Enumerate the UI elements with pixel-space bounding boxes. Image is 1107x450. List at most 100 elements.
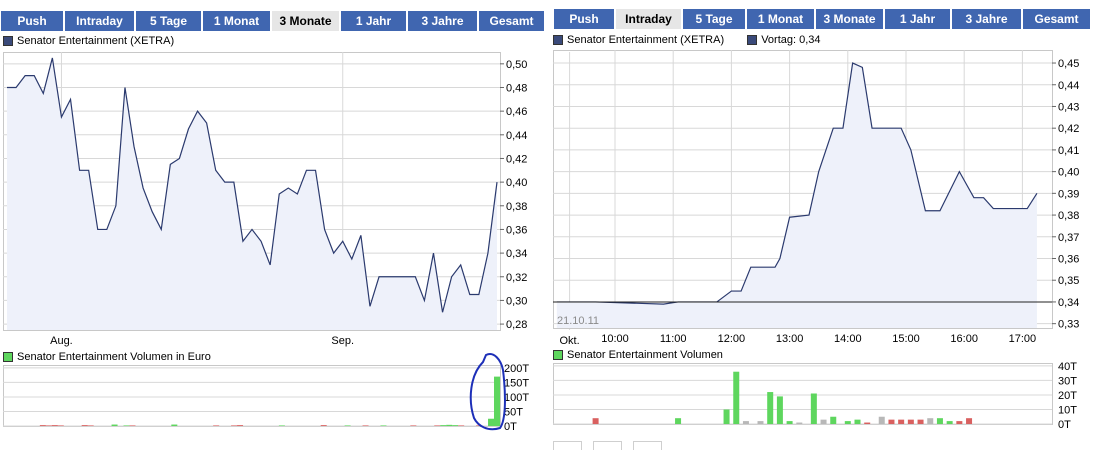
right-volume-bar	[946, 421, 953, 424]
left-price-ytick-label: 0,38	[506, 201, 527, 213]
left-volume-bar	[320, 425, 327, 426]
right-price-ytick-label: 0,36	[1058, 254, 1079, 266]
right-price-xtick-label: 17:00	[1009, 333, 1037, 345]
left-price-xtick-label: Sep.	[331, 335, 354, 347]
right-volume-bar	[592, 418, 599, 424]
scroll-nav-button	[593, 441, 622, 450]
right-price-xtick-label: 14:00	[834, 333, 862, 345]
left-price-area	[7, 57, 497, 331]
right-price-ytick-label: 0,35	[1058, 275, 1079, 287]
right-volume-bar	[820, 419, 827, 424]
left-price-ytick-label: 0,36	[506, 224, 527, 236]
right-volume-bar	[733, 371, 740, 424]
right-volume-bar	[936, 418, 943, 424]
right-price-ytick-label: 0,38	[1058, 210, 1079, 222]
right-volume-ytick-label: 0T	[1058, 419, 1071, 431]
left-volume-ytick-label: 150T	[504, 377, 529, 389]
right-volume-bar	[864, 422, 871, 424]
right-price-ytick-label: 0,43	[1058, 101, 1079, 113]
left-price-ytick-label: 0,42	[506, 153, 527, 165]
left-volume-bar	[278, 425, 285, 426]
right-price-xtick-label: 11:00	[660, 333, 687, 345]
left-price-ytick-label: 0,46	[506, 106, 527, 118]
right-volume-bar	[966, 418, 973, 424]
left-price-ytick-label: 0,48	[506, 82, 527, 94]
right-volume-bar	[796, 422, 803, 424]
right-price-ytick-label: 0,44	[1058, 80, 1079, 92]
left-volume-ytick-label: 200T	[504, 363, 529, 375]
right-volume-ytick-label: 10T	[1058, 404, 1077, 416]
left-volume-bar	[434, 425, 441, 426]
left-volume-frame	[3, 365, 501, 427]
right-price-ytick-label: 0,40	[1058, 167, 1079, 179]
left-volume-bar	[380, 425, 387, 426]
right-volume-bar	[878, 416, 885, 424]
right-volume-bar	[888, 419, 895, 424]
right-price-area	[556, 63, 1037, 328]
left-price-xtick-label: Aug.	[50, 335, 73, 347]
right-price-ytick-label: 0,37	[1058, 232, 1079, 244]
right-volume-ytick-label: 30T	[1058, 375, 1077, 387]
right-price-xtick-label: 12:00	[718, 333, 746, 345]
charts-canvas: 0,28 0,30 0,32 0,34 0,36 0,38 0,40 0,42 0,44 0,46…	[3, 50, 1079, 450]
left-price-ytick-label: 0,30	[506, 295, 527, 307]
right-volume-bar	[723, 409, 730, 424]
right-volume-bar	[757, 421, 764, 424]
right-volume-bar	[917, 419, 924, 424]
left-volume-bar	[39, 425, 46, 426]
scroll-nav-button	[633, 441, 662, 450]
left-volume-bar	[81, 425, 88, 426]
right-price-ytick-label: 0,33	[1058, 319, 1079, 331]
left-volume-bar	[171, 424, 178, 426]
right-price-ytick-label: 0,41	[1058, 145, 1079, 157]
left-volume-bar	[452, 425, 459, 426]
right-volume-bar	[767, 392, 774, 424]
left-volume-bar	[237, 425, 244, 426]
stage: Push Intraday 5 Tage 1 Monat 3 Monate 1 Jahr 3…	[0, 0, 1107, 450]
left-price-xtick-label: Okt.	[560, 335, 580, 347]
left-volume-bar	[45, 425, 52, 426]
right-volume-bar	[830, 416, 837, 424]
left-price-ytick-label: 0,34	[506, 248, 527, 260]
right-price-ytick-label: 0,39	[1058, 188, 1079, 200]
left-price-ytick-label: 0,40	[506, 177, 527, 189]
right-volume-ytick-label: 20T	[1058, 390, 1077, 402]
right-volume-bar	[927, 418, 934, 424]
left-price-ytick-label: 0,44	[506, 130, 527, 142]
right-price-xtick-label: 13:00	[776, 333, 804, 345]
left-volume-bar	[87, 425, 94, 426]
right-volume-bar	[956, 421, 963, 424]
right-price-xtick-label: 15:00	[892, 333, 920, 345]
left-price-ytick-label: 0,50	[506, 59, 527, 71]
right-volume-bar	[675, 418, 682, 424]
left-volume-ytick-label: 0T	[504, 421, 517, 433]
left-volume-bar	[488, 418, 495, 426]
right-volume-ytick-label: 40T	[1058, 361, 1077, 373]
left-volume-bar	[129, 425, 136, 426]
right-price-ytick-label: 0,42	[1058, 123, 1079, 135]
scroll-nav-button	[553, 441, 582, 450]
right-volume-bar	[786, 421, 793, 424]
left-volume-bar	[123, 425, 130, 426]
left-volume-bar	[362, 425, 369, 426]
left-volume-bar	[446, 424, 453, 426]
left-volume-bar	[111, 424, 118, 426]
left-volume-ytick-label: 100T	[504, 392, 529, 404]
left-volume-bar	[344, 425, 351, 426]
left-volume-bar	[440, 425, 447, 426]
right-price-xtick-label: 16:00	[950, 333, 978, 345]
left-volume-bar	[458, 425, 465, 426]
left-volume-bar	[231, 425, 238, 426]
right-volume-bar	[844, 421, 851, 424]
left-volume-bar	[494, 376, 500, 426]
left-price-ytick-label: 0,28	[506, 319, 527, 331]
right-price-ytick-label: 0,45	[1058, 58, 1079, 70]
right-volume-bar	[810, 393, 817, 424]
right-volume-bar	[776, 396, 783, 424]
right-volume-frame	[553, 363, 1053, 425]
right-volume-bar	[742, 421, 749, 424]
left-volume-bar	[410, 425, 417, 426]
left-volume-ytick-label: 50T	[504, 406, 523, 418]
left-price-ytick-label: 0,32	[506, 272, 527, 284]
right-volume-bar	[898, 419, 905, 424]
